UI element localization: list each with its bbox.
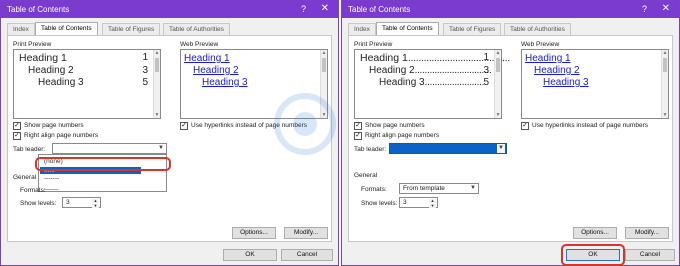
scroll-thumb[interactable] xyxy=(663,58,667,72)
close-icon[interactable]: ✕ xyxy=(321,3,329,14)
show-levels-label: Show levels: xyxy=(361,200,398,207)
scroll-down-icon[interactable]: ▼ xyxy=(495,112,501,118)
scroll-down-icon[interactable]: ▼ xyxy=(154,112,160,118)
scroll-up-icon[interactable]: ▲ xyxy=(662,50,668,56)
options-button[interactable]: Options... xyxy=(573,227,617,239)
title-bar[interactable]: Table of Contents ? ✕ xyxy=(1,1,338,18)
cancel-button[interactable]: Cancel xyxy=(281,249,333,261)
print-preview-label: Print Preview xyxy=(13,41,52,48)
show-levels-spinner[interactable]: 3 ▲ ▼ xyxy=(399,197,438,208)
tab-leader-dropdown[interactable]: ▼ xyxy=(52,143,167,154)
tab-table-of-contents[interactable]: Table of Contents xyxy=(35,22,98,36)
print-preview-box: Heading 1 1 Heading 2 3 Heading 3 5 ▲ ▼ xyxy=(13,49,161,119)
formats-value: From template xyxy=(403,185,445,192)
general-label: General xyxy=(13,174,37,181)
web-preview-scrollbar[interactable]: ▲ ▼ xyxy=(661,50,668,118)
leader-dots: ........................ xyxy=(424,77,485,88)
watermark-logo xyxy=(274,93,336,155)
spin-down-icon[interactable]: ▼ xyxy=(92,204,99,208)
web-heading-1[interactable]: Heading 1 xyxy=(184,53,230,64)
web-preview-label: Web Preview xyxy=(521,41,560,48)
scroll-thumb[interactable] xyxy=(496,58,500,72)
web-heading-2[interactable]: Heading 2 xyxy=(193,65,239,76)
options-button[interactable]: Options... xyxy=(232,227,276,239)
chevron-down-icon[interactable]: ▼ xyxy=(469,184,477,193)
show-page-numbers-checkbox[interactable]: ✓ xyxy=(13,122,21,130)
highlight-ring xyxy=(35,157,171,171)
formats-dropdown[interactable]: From template ▼ xyxy=(399,183,479,194)
preview-heading-2: Heading 2 xyxy=(28,65,74,76)
spin-down-icon[interactable]: ▼ xyxy=(429,204,436,208)
use-hyperlinks-label: Use hyperlinks instead of page numbers xyxy=(532,122,648,129)
preview-heading-2-text: Heading 2 xyxy=(369,65,415,76)
web-heading-3[interactable]: Heading 3 xyxy=(202,77,248,88)
ok-button[interactable]: OK xyxy=(223,249,277,261)
show-levels-value: 3 xyxy=(66,199,70,206)
preview-heading-2: Heading 2............................... xyxy=(369,65,492,76)
tab-leader-option-dashes[interactable]: ------- xyxy=(44,175,59,182)
leader-dots: ............................... xyxy=(414,65,492,76)
close-icon[interactable]: ✕ xyxy=(662,3,670,14)
scroll-thumb[interactable] xyxy=(155,58,159,72)
tab-table-of-authorities[interactable]: Table of Authorities xyxy=(504,23,571,35)
show-levels-label: Show levels: xyxy=(20,200,57,207)
tab-leader-label: Tab leader: xyxy=(13,146,46,153)
show-levels-spinner[interactable]: 3 ▲ ▼ xyxy=(62,197,101,208)
use-hyperlinks-checkbox[interactable]: ✓ xyxy=(180,122,188,130)
tab-index[interactable]: Index xyxy=(7,23,35,35)
tab-index[interactable]: Index xyxy=(348,23,376,35)
scroll-up-icon[interactable]: ▲ xyxy=(154,50,160,56)
web-heading-2[interactable]: Heading 2 xyxy=(534,65,580,76)
help-button[interactable]: ? xyxy=(301,4,306,14)
formats-label: Formats: xyxy=(361,186,387,193)
cancel-button[interactable]: Cancel xyxy=(625,249,675,261)
tab-table-of-figures[interactable]: Table of Figures xyxy=(443,23,502,35)
web-preview-box: Heading 1 Heading 2 Heading 3 ▲ ▼ xyxy=(521,49,669,119)
preview-page-1: 1 xyxy=(142,52,148,63)
scroll-up-icon[interactable]: ▲ xyxy=(321,50,327,56)
dialog-title: Table of Contents xyxy=(348,5,411,14)
tab-table-of-authorities[interactable]: Table of Authorities xyxy=(163,23,230,35)
right-align-checkbox[interactable]: ✓ xyxy=(13,132,21,140)
preview-heading-1-text: Heading 1 xyxy=(360,52,408,64)
dialog-title: Table of Contents xyxy=(7,5,70,14)
show-levels-value: 3 xyxy=(403,199,407,206)
tab-strip: Index Table of Contents Table of Figures… xyxy=(348,22,679,36)
web-heading-1[interactable]: Heading 1 xyxy=(525,53,571,64)
tab-table-of-contents[interactable]: Table of Contents xyxy=(376,22,439,36)
general-label: General xyxy=(354,172,378,179)
scroll-down-icon[interactable]: ▼ xyxy=(662,112,668,118)
tab-table-of-figures[interactable]: Table of Figures xyxy=(102,23,161,35)
show-page-numbers-label: Show page numbers xyxy=(24,122,84,129)
tab-leader-option-underline[interactable]: ____ xyxy=(44,183,58,190)
use-hyperlinks-checkbox[interactable]: ✓ xyxy=(521,122,529,130)
modify-button[interactable]: Modify... xyxy=(284,227,328,239)
formats-label: Formats: xyxy=(20,187,46,194)
print-preview-label: Print Preview xyxy=(354,41,393,48)
chevron-down-icon[interactable]: ▼ xyxy=(157,144,165,153)
scroll-up-icon[interactable]: ▲ xyxy=(495,50,501,56)
preview-scrollbar[interactable]: ▲ ▼ xyxy=(153,50,160,118)
web-heading-3[interactable]: Heading 3 xyxy=(543,77,589,88)
web-preview-label: Web Preview xyxy=(180,41,219,48)
preview-page-5: 5 xyxy=(142,77,148,88)
chevron-down-icon[interactable]: ▼ xyxy=(497,144,505,153)
preview-page-3: 3 xyxy=(483,65,489,76)
title-bar[interactable]: Table of Contents ? ✕ xyxy=(342,1,679,18)
modify-button[interactable]: Modify... xyxy=(625,227,669,239)
preview-page-3: 3 xyxy=(142,65,148,76)
right-align-label: Right align page numbers xyxy=(24,132,99,139)
help-button[interactable]: ? xyxy=(642,4,647,14)
preview-page-1: 1 xyxy=(483,52,489,63)
preview-page-5: 5 xyxy=(483,77,489,88)
tab-strip: Index Table of Contents Table of Figures… xyxy=(7,22,338,36)
preview-heading-1: Heading 1 xyxy=(19,52,67,64)
highlight-ring xyxy=(561,244,625,266)
scroll-thumb[interactable] xyxy=(322,58,326,72)
preview-scrollbar[interactable]: ▲ ▼ xyxy=(494,50,501,118)
preview-heading-3: Heading 3 xyxy=(38,77,84,88)
